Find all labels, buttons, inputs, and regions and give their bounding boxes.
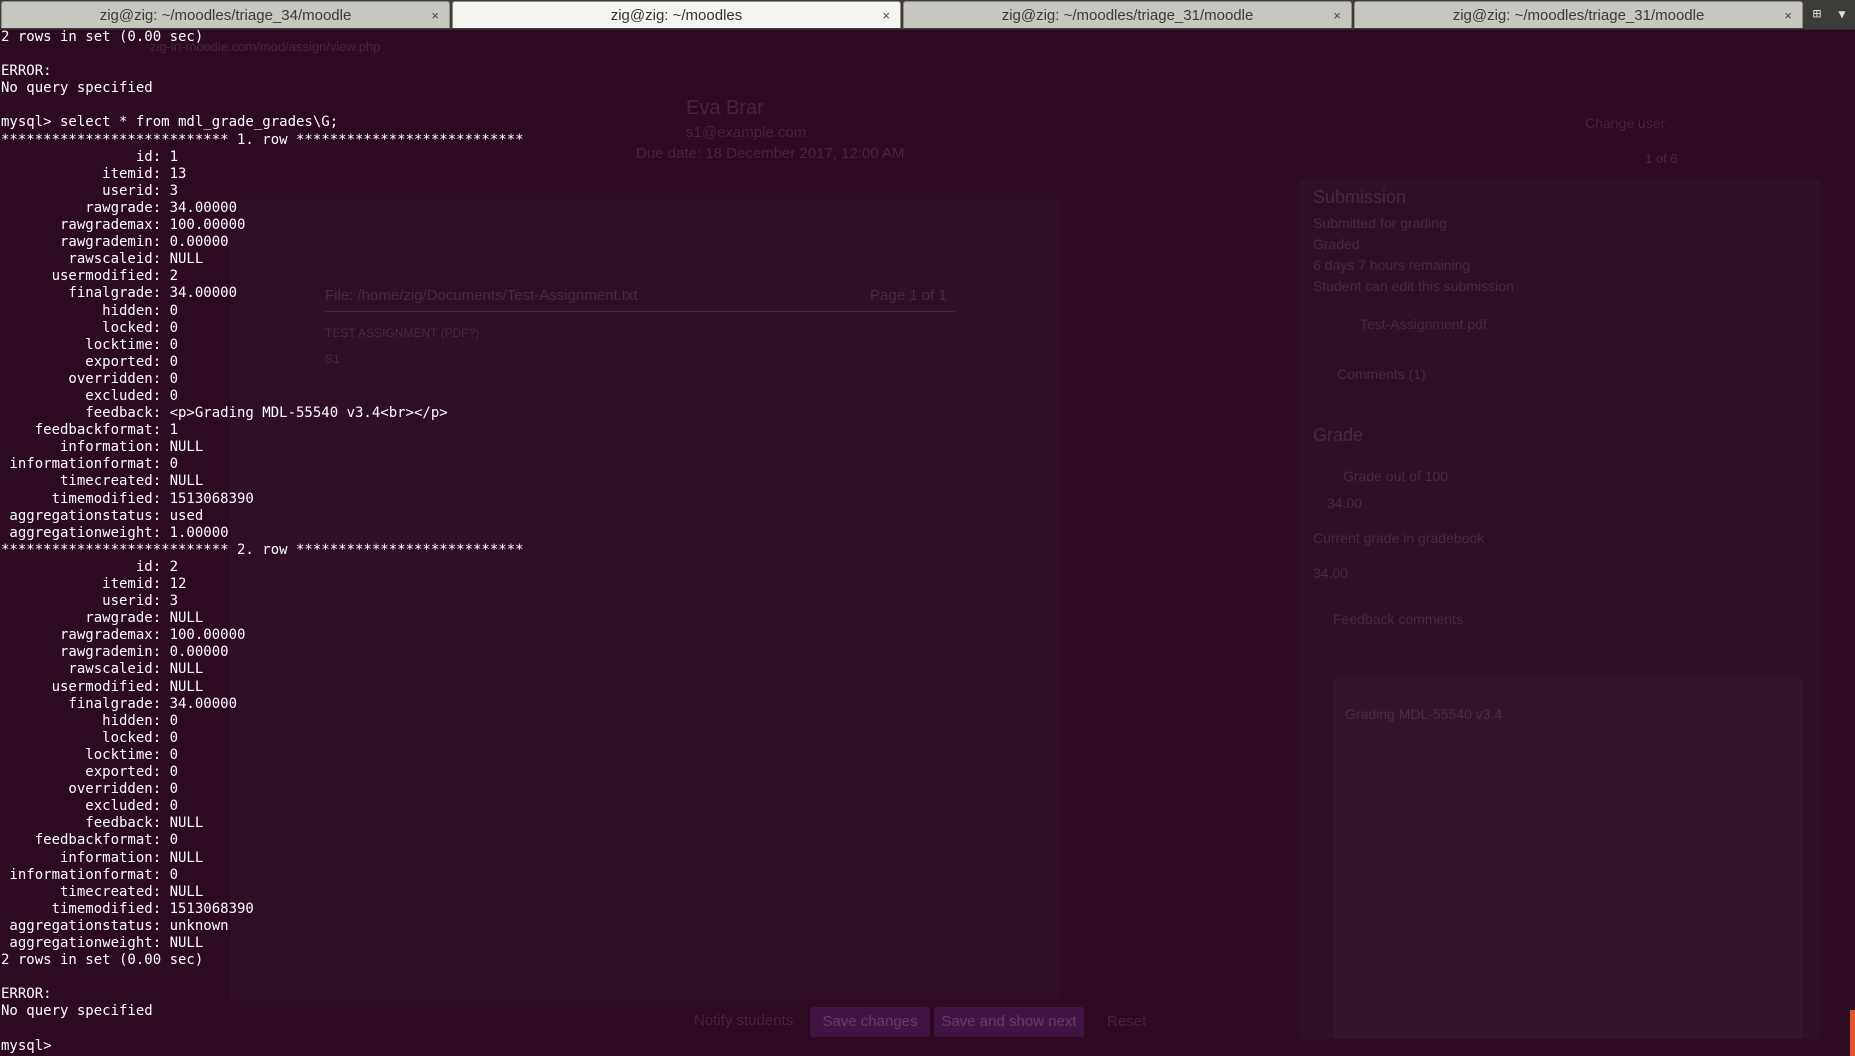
terminal-line: id: 1 bbox=[1, 148, 179, 165]
terminal-line: rawscaleid: NULL bbox=[1, 661, 204, 678]
terminal-line: No query specified bbox=[1, 80, 153, 97]
terminal-line: *************************** 2. row *****… bbox=[1, 541, 524, 558]
terminal-line: usermodified: NULL bbox=[1, 678, 204, 695]
terminal-line: *************************** 1. row *****… bbox=[1, 131, 524, 148]
terminal-line: aggregationweight: NULL bbox=[1, 934, 204, 951]
close-icon[interactable]: × bbox=[1333, 2, 1341, 29]
tab-title: zig@zig: ~/moodles/triage_31/moodle bbox=[1001, 7, 1254, 24]
terminal-line: informationformat: 0 bbox=[1, 456, 179, 473]
terminal-line: aggregationstatus: used bbox=[1, 507, 204, 524]
terminal-line: itemid: 12 bbox=[1, 576, 187, 592]
terminal-line: aggregationstatus: unknown bbox=[1, 917, 229, 934]
terminal-line: aggregationweight: 1.00000 bbox=[1, 524, 229, 541]
terminal-line: timemodified: 1513068390 bbox=[1, 490, 254, 507]
terminal-line: rawgrade: NULL bbox=[1, 610, 204, 627]
terminal-line: informationformat: 0 bbox=[1, 866, 179, 883]
terminal-line: itemid: 13 bbox=[1, 165, 187, 182]
terminal-line: id: 2 bbox=[1, 558, 179, 575]
tab-triage-34[interactable]: zig@zig: ~/moodles/triage_34/moodle × bbox=[1, 1, 450, 28]
terminal-line: rawgrade: 34.00000 bbox=[1, 199, 238, 216]
tab-triage-31-b[interactable]: zig@zig: ~/moodles/triage_31/moodle × bbox=[1354, 1, 1803, 28]
terminal-line: 2 rows in set (0.00 sec) bbox=[1, 952, 204, 969]
new-tab-icon[interactable]: ⊞ bbox=[1808, 6, 1826, 22]
terminal-line: hidden: 0 bbox=[1, 712, 179, 729]
terminal-line: locktime: 0 bbox=[1, 746, 179, 763]
terminal-line: locked: 0 bbox=[1, 729, 179, 746]
tab-title: zig@zig: ~/moodles/triage_31/moodle bbox=[1452, 7, 1705, 24]
terminal-line: No query specified bbox=[1, 1003, 153, 1020]
terminal-line: timecreated: NULL bbox=[1, 473, 204, 490]
terminal-line: rawgrademax: 100.00000 bbox=[1, 217, 246, 234]
terminal-line: exported: 0 bbox=[1, 353, 179, 370]
close-icon[interactable]: × bbox=[882, 2, 890, 29]
terminal-line: 2 rows in set (0.00 sec) bbox=[1, 29, 204, 45]
terminal-line: feedbackformat: 1 bbox=[1, 422, 179, 439]
terminal-line: excluded: 0 bbox=[1, 798, 179, 815]
close-icon[interactable]: × bbox=[431, 2, 439, 29]
terminal-line: rawgrademin: 0.00000 bbox=[1, 234, 229, 251]
terminal-line: hidden: 0 bbox=[1, 302, 179, 319]
terminal-line: feedback: <p>Grading MDL-55540 v3.4<br><… bbox=[1, 405, 448, 422]
terminal-line: ERROR: bbox=[1, 986, 52, 1003]
terminal-line: feedback: NULL bbox=[1, 815, 204, 832]
terminal-line: information: NULL bbox=[1, 849, 204, 866]
terminal-line: finalgrade: 34.00000 bbox=[1, 695, 238, 712]
terminal-line: overridden: 0 bbox=[1, 781, 179, 798]
scrollbar-indicator[interactable] bbox=[1850, 1010, 1855, 1056]
chevron-down-icon[interactable]: ▼ bbox=[1834, 6, 1850, 22]
terminal-line: finalgrade: 34.00000 bbox=[1, 285, 238, 302]
terminal-line: information: NULL bbox=[1, 439, 204, 456]
terminal-line: overridden: 0 bbox=[1, 370, 179, 387]
tab-title: zig@zig: ~/moodles bbox=[610, 7, 743, 24]
tab-triage-31-a[interactable]: zig@zig: ~/moodles/triage_31/moodle × bbox=[903, 1, 1352, 28]
terminal-tab-bar: zig@zig: ~/moodles/triage_34/moodle × zi… bbox=[0, 0, 1855, 30]
terminal-line: userid: 3 bbox=[1, 593, 179, 610]
terminal-line: excluded: 0 bbox=[1, 387, 179, 404]
terminal-line: ERROR: bbox=[1, 63, 52, 80]
tab-title: zig@zig: ~/moodles/triage_34/moodle bbox=[99, 7, 352, 24]
terminal-line: timemodified: 1513068390 bbox=[1, 900, 254, 917]
terminal-line: userid: 3 bbox=[1, 182, 179, 199]
terminal-line: rawgrademax: 100.00000 bbox=[1, 627, 246, 644]
terminal-line: exported: 0 bbox=[1, 764, 179, 781]
terminal-line: rawgrademin: 0.00000 bbox=[1, 644, 229, 661]
terminal-line: feedbackformat: 0 bbox=[1, 832, 179, 849]
terminal-line: usermodified: 2 bbox=[1, 268, 179, 285]
tab-moodles[interactable]: zig@zig: ~/moodles × bbox=[452, 1, 901, 28]
mysql-prompt: mysql> bbox=[1, 1037, 61, 1054]
terminal-line: timecreated: NULL bbox=[1, 883, 204, 900]
close-icon[interactable]: × bbox=[1784, 2, 1792, 29]
terminal-line: mysql> select * from mdl_grade_grades\G; bbox=[1, 114, 339, 131]
terminal-output[interactable]: 2 rows in set (0.00 sec) ERROR: No query s… bbox=[1, 29, 1851, 1056]
terminal-line: rawscaleid: NULL bbox=[1, 251, 204, 268]
terminal-line: locked: 0 bbox=[1, 319, 179, 336]
terminal-line: locktime: 0 bbox=[1, 336, 179, 353]
